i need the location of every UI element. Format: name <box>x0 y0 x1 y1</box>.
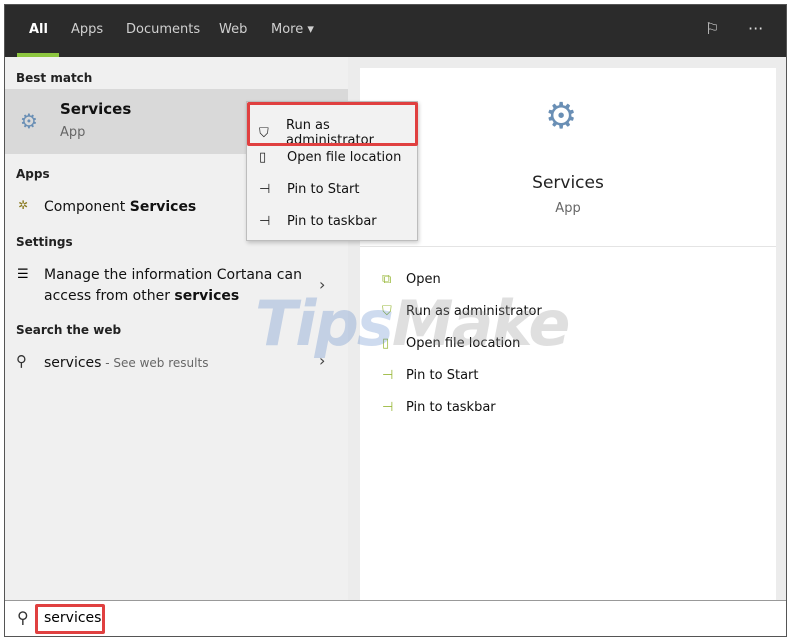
divider <box>360 246 776 247</box>
result-title: Services <box>60 100 132 118</box>
menu-label: Open file location <box>287 150 402 165</box>
search-bar[interactable]: ⚲ services <box>5 600 786 636</box>
pin-icon: ⊣ <box>382 368 394 383</box>
menu-label: Pin to Start <box>287 182 360 197</box>
start-search-window: All Apps Documents Web More ▾ ⚐ ··· Best… <box>4 4 787 637</box>
action-label: Open <box>406 272 441 287</box>
apps-header: Apps <box>16 167 50 181</box>
feedback-icon[interactable]: ⚐ <box>705 19 719 38</box>
menu-pin-taskbar[interactable]: ⊣ Pin to taskbar <box>259 214 377 229</box>
pin-icon: ⊣ <box>259 182 271 197</box>
result-label: Component <box>44 199 130 215</box>
menu-label: Pin to taskbar <box>287 214 377 229</box>
action-label: Pin to Start <box>406 368 479 383</box>
result-label-match: Services <box>129 199 197 215</box>
search-icon: ⚲ <box>16 352 27 370</box>
preview-subtitle: App <box>555 201 581 216</box>
setting-line2: access from other <box>44 288 175 304</box>
web-suffix: - See web results <box>101 356 209 370</box>
gears-icon: ⚙ <box>20 109 38 133</box>
preview-title: Services <box>532 173 604 193</box>
watermark-text: Tips <box>255 287 394 360</box>
pin-icon: ⊣ <box>259 214 271 229</box>
tab-all[interactable]: All <box>29 22 48 37</box>
settings-list-icon: ☰ <box>17 267 29 282</box>
highlight-run-as-admin <box>247 102 418 146</box>
web-query: services <box>44 355 102 371</box>
tab-apps[interactable]: Apps <box>71 22 103 37</box>
search-icon: ⚲ <box>17 608 29 627</box>
result-subtitle: App <box>60 125 86 140</box>
setting-line1: Manage the information Cortana can <box>44 267 302 283</box>
gears-icon: ⚙ <box>545 96 578 137</box>
more-options-icon[interactable]: ··· <box>748 19 763 38</box>
web-header: Search the web <box>16 323 122 337</box>
action-label: Pin to taskbar <box>406 400 496 415</box>
action-open[interactable]: ⧉ Open <box>382 272 441 287</box>
tab-more[interactable]: More ▾ <box>271 22 314 37</box>
action-pin-start[interactable]: ⊣ Pin to Start <box>382 368 478 383</box>
component-services-icon: ✲ <box>18 198 29 212</box>
watermark: TipsMake <box>255 287 571 360</box>
pin-icon: ⊣ <box>382 400 394 415</box>
tab-web[interactable]: Web <box>219 22 247 37</box>
action-pin-taskbar[interactable]: ⊣ Pin to taskbar <box>382 400 496 415</box>
tab-documents[interactable]: Documents <box>126 22 200 37</box>
filter-tab-bar: All Apps Documents Web More ▾ ⚐ ··· <box>5 5 786 57</box>
menu-pin-start[interactable]: ⊣ Pin to Start <box>259 182 359 197</box>
highlight-search-input <box>35 604 105 634</box>
settings-header: Settings <box>16 235 73 249</box>
setting-line2-match: services <box>174 288 240 304</box>
best-match-header: Best match <box>16 71 93 85</box>
watermark-text: Make <box>391 287 571 360</box>
open-icon: ⧉ <box>382 272 392 287</box>
folder-icon: ▯ <box>259 150 267 165</box>
menu-open-file-location[interactable]: ▯ Open file location <box>259 150 401 165</box>
